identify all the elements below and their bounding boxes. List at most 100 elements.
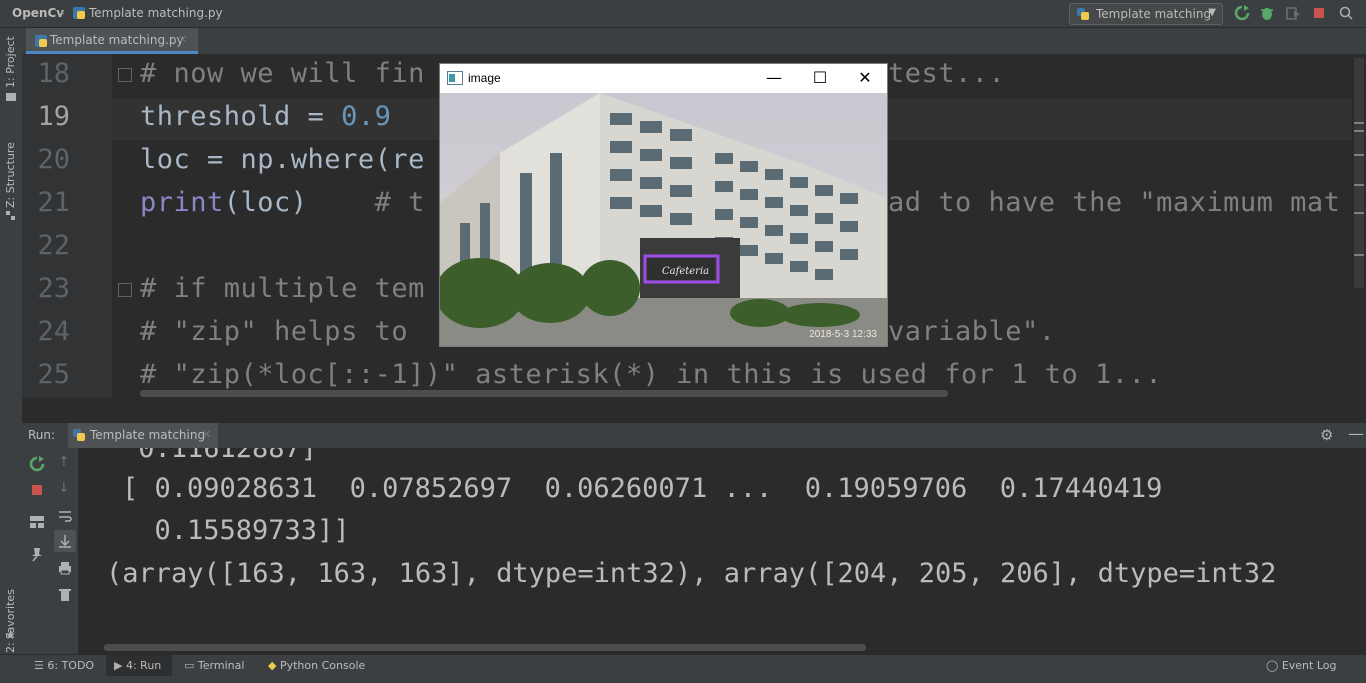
favorites-tool-button[interactable]: 2: Favorites bbox=[4, 589, 17, 653]
console-line: 0.15589733]] bbox=[122, 515, 350, 546]
tab-terminal-label: Terminal bbox=[197, 659, 245, 672]
status-bar bbox=[0, 676, 1366, 683]
code-line-21: print(loc) # t bbox=[140, 187, 425, 218]
image-window-titlebar[interactable]: image — ☐ ✕ bbox=[440, 64, 887, 93]
structure-tool-button[interactable]: Z: Structure bbox=[4, 142, 17, 208]
scroll-to-end-icon bbox=[59, 535, 71, 548]
rerun-icon[interactable] bbox=[1234, 5, 1250, 21]
breadcrumb-file[interactable]: Template matching.py bbox=[89, 6, 223, 20]
run-tab-template-matching[interactable]: Template matching ✕ bbox=[68, 423, 218, 448]
run-label: Run: bbox=[28, 428, 56, 442]
line-number-gutter: 18 19 20 21 22 23 24 25 bbox=[22, 54, 112, 398]
print-icon[interactable] bbox=[57, 560, 73, 576]
tab-todo-label: 6: TODO bbox=[47, 659, 95, 672]
tab-run[interactable]: ▶ 4: Run bbox=[106, 655, 172, 677]
python-file-icon bbox=[73, 7, 85, 19]
tab-python-console-label: Python Console bbox=[279, 659, 366, 672]
tab-terminal[interactable]: ▭ Terminal bbox=[180, 655, 250, 677]
tab-event-log[interactable]: ◯ Event Log bbox=[1266, 655, 1346, 677]
event-log-icon: ◯ bbox=[1266, 659, 1279, 672]
tab-event-log-label: Event Log bbox=[1281, 659, 1337, 672]
close-tab-icon[interactable]: ✕ bbox=[178, 33, 187, 46]
star-icon: ★ bbox=[5, 628, 16, 642]
stop-icon[interactable] bbox=[1311, 5, 1327, 21]
layout-icon[interactable] bbox=[29, 514, 45, 530]
pin-icon[interactable] bbox=[29, 546, 45, 562]
python-icon bbox=[73, 429, 85, 441]
photo-timestamp: 2018-5-3 12:33 bbox=[809, 329, 877, 340]
code-line-20: loc = np.where(re bbox=[140, 144, 425, 175]
minimize-panel-icon[interactable]: — bbox=[1348, 424, 1364, 443]
window-app-icon bbox=[447, 71, 463, 85]
python-icon: ◆ bbox=[268, 659, 277, 672]
editor-horizontal-scrollbar[interactable] bbox=[140, 390, 948, 397]
navigation-bar: OpenCv › Template matching.py Template m… bbox=[0, 0, 1366, 28]
arrow-up-icon[interactable]: ↑ bbox=[58, 454, 70, 470]
tab-template-matching[interactable]: Template matching.py ✕ bbox=[26, 28, 198, 54]
minimize-button[interactable]: — bbox=[751, 64, 797, 93]
tab-python-console[interactable]: ◆ Python Console bbox=[264, 655, 374, 677]
python-icon bbox=[1077, 8, 1089, 20]
console-horizontal-scrollbar[interactable] bbox=[104, 644, 866, 651]
run-toolbar-secondary: ↑ ↓ bbox=[52, 448, 79, 654]
line-number: 18 bbox=[37, 58, 70, 89]
campus-photo: Cafeteria 2018-5-3 12:33 bbox=[440, 93, 887, 346]
coverage-icon[interactable] bbox=[1285, 5, 1301, 21]
close-tab-icon[interactable]: ✕ bbox=[202, 428, 211, 441]
breadcrumb-project[interactable]: OpenCv bbox=[12, 6, 64, 20]
console-line: 0.11612887] bbox=[122, 448, 318, 464]
fold-marker-icon[interactable] bbox=[118, 283, 132, 297]
code-line-21-tail: ad to have the "maximum mat bbox=[888, 187, 1341, 218]
run-configuration-label: Template matching bbox=[1096, 7, 1212, 21]
code-line-23: # if multiple tem bbox=[140, 273, 425, 304]
line-number: 22 bbox=[37, 230, 70, 261]
code-line-18: # now we will fin bbox=[140, 58, 425, 89]
tab-todo[interactable]: ☰ 6: TODO bbox=[30, 655, 100, 677]
line-number: 25 bbox=[37, 359, 70, 390]
trash-icon[interactable] bbox=[57, 586, 73, 602]
folder-icon bbox=[6, 93, 16, 101]
code-line-24-tail: variable". bbox=[888, 316, 1056, 347]
run-console-output[interactable]: 0.11612887] [ 0.09028631 0.07852697 0.06… bbox=[78, 448, 1366, 654]
search-icon[interactable] bbox=[1338, 5, 1354, 21]
gear-icon[interactable]: ⚙ bbox=[1320, 426, 1333, 444]
python-file-icon bbox=[35, 35, 47, 47]
line-number: 24 bbox=[37, 316, 70, 347]
code-line-19: threshold = 0.9 bbox=[140, 101, 392, 132]
line-number: 20 bbox=[37, 144, 70, 175]
debug-icon[interactable] bbox=[1259, 5, 1275, 21]
left-tool-strip: 1: Project Z: Structure 2: Favorites ★ bbox=[0, 28, 23, 654]
close-button[interactable]: ✕ bbox=[842, 64, 888, 93]
run-toolbar-primary bbox=[22, 448, 52, 654]
fold-marker-icon[interactable] bbox=[118, 68, 132, 82]
console-line: (array([163, 163, 163], dtype=int32), ar… bbox=[106, 558, 1277, 589]
tab-run-label: 4: Run bbox=[125, 659, 162, 672]
project-tool-button[interactable]: 1: Project bbox=[4, 36, 17, 88]
scroll-to-end-button[interactable] bbox=[54, 530, 76, 552]
rerun-icon[interactable] bbox=[29, 456, 45, 472]
line-number: 23 bbox=[37, 273, 70, 304]
soft-wrap-icon[interactable] bbox=[57, 508, 73, 524]
maximize-button[interactable]: ☐ bbox=[797, 64, 843, 93]
stop-icon[interactable] bbox=[29, 482, 45, 498]
image-window-title: image bbox=[468, 71, 501, 85]
run-tab-label: Template matching bbox=[90, 428, 206, 442]
sign-text: Cafeteria bbox=[662, 266, 709, 277]
play-icon: ▶ bbox=[114, 659, 123, 672]
line-number: 19 bbox=[37, 101, 70, 132]
tool-window-bar: ☰ 6: TODO ▶ 4: Run ▭ Terminal ◆ Python C… bbox=[0, 654, 1366, 677]
opencv-image-window[interactable]: image — ☐ ✕ Cafeteria 2018-5-3 12:33 bbox=[439, 63, 888, 347]
structure-icon bbox=[6, 211, 15, 220]
console-line: [ 0.09028631 0.07852697 0.06260071 ... 0… bbox=[122, 473, 1163, 504]
code-line-24: # "zip" helps to bbox=[140, 316, 425, 347]
editor-vertical-scrollbar[interactable] bbox=[1352, 54, 1366, 398]
run-panel-header: Run: Template matching ✕ ⚙ — bbox=[22, 423, 1366, 448]
run-configuration-dropdown[interactable]: Template matching ▼ bbox=[1069, 3, 1223, 25]
chevron-right-icon: › bbox=[60, 6, 65, 20]
building-image: Cafeteria bbox=[440, 93, 887, 346]
tab-label: Template matching.py bbox=[50, 33, 184, 47]
arrow-down-icon[interactable]: ↓ bbox=[58, 480, 70, 496]
chevron-down-icon: ▼ bbox=[1208, 7, 1216, 18]
line-number: 21 bbox=[37, 187, 70, 218]
code-line-25: # "zip(*loc[::-1])" asterisk(*) in this … bbox=[140, 359, 1163, 390]
